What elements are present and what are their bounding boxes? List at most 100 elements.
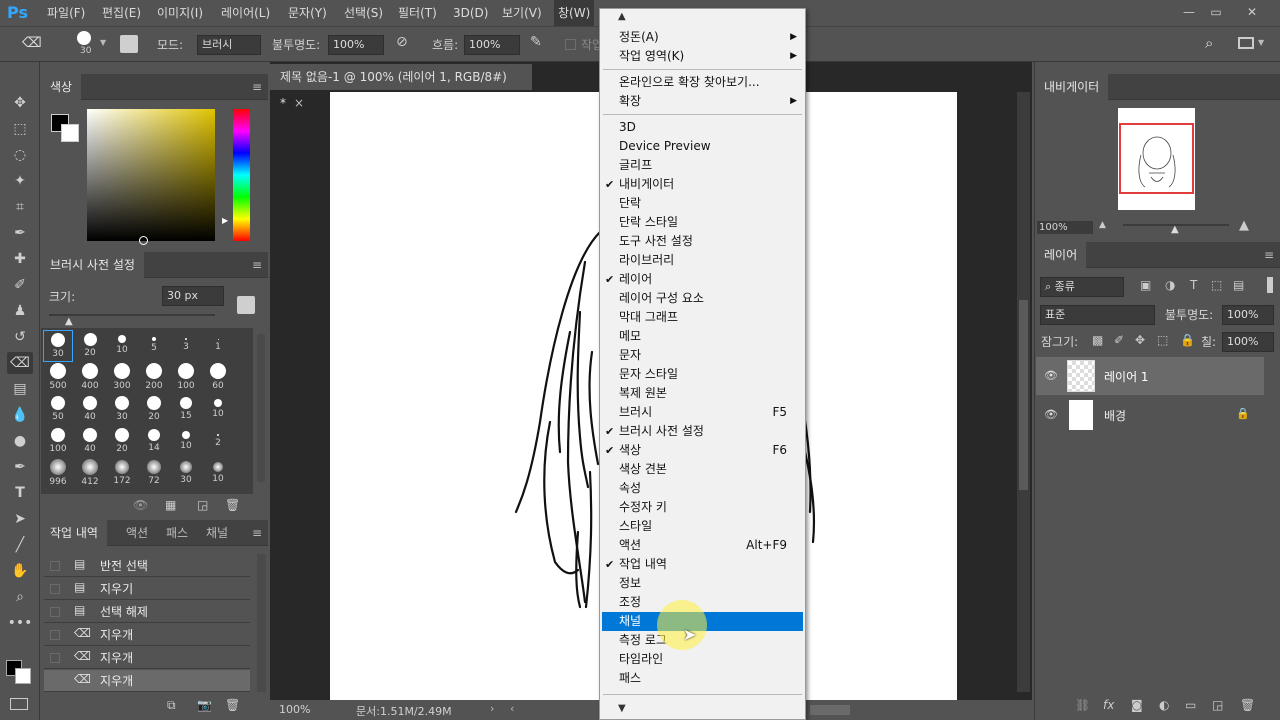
- history-item[interactable]: ▤ 지우기: [44, 578, 250, 600]
- filter-type-icon[interactable]: T: [1190, 278, 1197, 292]
- window-menu-item[interactable]: 복제 원본: [602, 384, 803, 403]
- zoom-in-icon[interactable]: ▲: [1239, 218, 1249, 233]
- mode-select[interactable]: 브러시: [197, 35, 261, 55]
- history-scrollbar[interactable]: [257, 554, 266, 692]
- close-icon[interactable]: ×: [294, 96, 304, 110]
- menu-edit[interactable]: 편집(E): [98, 0, 145, 26]
- lock-pixels-icon[interactable]: ✐: [1114, 333, 1124, 347]
- navigator-view-box[interactable]: [1119, 123, 1194, 194]
- window-menu-item[interactable]: 정보: [602, 574, 803, 593]
- tab-actions[interactable]: 액션: [117, 520, 157, 546]
- healing-brush-tool-icon[interactable]: ✚: [7, 248, 33, 270]
- navigator-thumbnail[interactable]: [1118, 108, 1195, 210]
- menu-type[interactable]: 문자(Y): [284, 0, 331, 26]
- window-menu-item[interactable]: 조정: [602, 593, 803, 612]
- brush-grid-icon[interactable]: ▦: [165, 498, 176, 512]
- filter-pixel-icon[interactable]: ▣: [1140, 278, 1151, 292]
- airbrush-icon[interactable]: ✎: [530, 34, 542, 50]
- brush-preset-item[interactable]: 30: [43, 330, 73, 362]
- panel-menu-icon[interactable]: ≡: [252, 526, 262, 540]
- document-tab[interactable]: 제목 없음-1 @ 100% (레이어 1, RGB/8#) * ×: [270, 64, 532, 110]
- panel-menu-icon[interactable]: ≡: [252, 80, 262, 94]
- restore-button[interactable]: ▭: [1205, 3, 1227, 21]
- history-source-checkbox[interactable]: [50, 607, 60, 617]
- new-document-from-state-icon[interactable]: ⧉: [167, 698, 176, 713]
- delete-icon[interactable]: 🗑: [1240, 698, 1255, 712]
- new-layer-icon[interactable]: ◲: [1212, 698, 1223, 712]
- tab-history[interactable]: 작업 내역: [41, 520, 107, 546]
- search-icon[interactable]: ⌕: [1205, 34, 1213, 52]
- magic-wand-tool-icon[interactable]: ✦: [7, 170, 33, 192]
- window-menu-item[interactable]: 라이브러리: [602, 251, 803, 270]
- navigator-zoom-input[interactable]: 100%: [1037, 221, 1093, 234]
- eyedropper-tool-icon[interactable]: ✒: [7, 222, 33, 244]
- window-menu-item[interactable]: 메모: [602, 327, 803, 346]
- history-item[interactable]: ⌫ 지우개: [44, 647, 250, 669]
- window-menu-item[interactable]: 스타일: [602, 517, 803, 536]
- brush-preset-item[interactable]: 412: [75, 458, 105, 490]
- dodge-tool-icon[interactable]: ●: [7, 430, 33, 452]
- window-menu-item[interactable]: Device Preview: [602, 137, 803, 156]
- panel-menu-icon[interactable]: ≡: [1264, 248, 1274, 262]
- vertical-scrollbar-thumb[interactable]: [1019, 300, 1028, 490]
- window-menu-item[interactable]: 브러시 F5: [602, 403, 803, 422]
- line-tool-icon[interactable]: ╱: [7, 534, 33, 556]
- flow-input[interactable]: 100%: [464, 35, 520, 55]
- history-source-checkbox[interactable]: [50, 630, 60, 640]
- brush-preset-item[interactable]: 10: [107, 330, 137, 362]
- brush-panel-toggle-icon[interactable]: [120, 35, 138, 53]
- menu-image[interactable]: 이미지(I): [153, 0, 207, 26]
- window-menu-item[interactable]: 온라인으로 확장 찾아보기...: [602, 73, 803, 92]
- type-tool-icon[interactable]: T: [7, 482, 33, 504]
- brush-preset-item[interactable]: 5: [139, 330, 169, 362]
- color-field[interactable]: [87, 109, 215, 241]
- layer-row[interactable]: 👁 배경 🔒: [1036, 396, 1264, 434]
- new-preset-icon[interactable]: ◲: [197, 498, 208, 512]
- add-mask-icon[interactable]: ◙: [1131, 698, 1143, 712]
- window-menu-item[interactable]: 작업 영역(K) ▶: [602, 47, 803, 66]
- new-group-icon[interactable]: ▭: [1185, 698, 1196, 712]
- lock-all-icon[interactable]: 🔒: [1180, 333, 1195, 347]
- brush-preset-item[interactable]: 10: [203, 394, 233, 426]
- chevron-down-icon[interactable]: ▼: [1258, 38, 1264, 47]
- pressure-opacity-icon[interactable]: ⊘: [396, 34, 408, 50]
- brush-preset-item[interactable]: 400: [75, 362, 105, 394]
- close-button[interactable]: ✕: [1241, 3, 1263, 21]
- window-menu-item[interactable]: 3D: [602, 118, 803, 137]
- window-menu-item[interactable]: 정돈(A) ▶: [602, 28, 803, 47]
- layer-style-icon[interactable]: fx: [1103, 698, 1114, 712]
- size-slider[interactable]: [49, 314, 215, 316]
- tab-paths[interactable]: 패스: [157, 520, 197, 546]
- lasso-tool-icon[interactable]: ◌: [7, 144, 33, 166]
- window-menu-item[interactable]: ✔ 레이어: [602, 270, 803, 289]
- minimize-button[interactable]: —: [1178, 3, 1200, 21]
- window-menu-item[interactable]: 속성: [602, 479, 803, 498]
- history-source-checkbox[interactable]: [50, 676, 60, 686]
- brush-preset-item[interactable]: 72: [139, 458, 169, 490]
- menu-file[interactable]: 파일(F): [43, 0, 89, 26]
- history-item[interactable]: ▤ 반전 선택: [44, 555, 250, 577]
- layer-row[interactable]: 👁 레이어 1: [1036, 357, 1264, 395]
- chevron-right-icon[interactable]: ›: [490, 702, 494, 715]
- brush-preset-item[interactable]: 15: [171, 394, 201, 426]
- brush-preset-item[interactable]: 60: [203, 362, 233, 394]
- tab-color[interactable]: 색상: [41, 74, 82, 100]
- window-menu-item[interactable]: ✔ 내비게이터: [602, 175, 803, 194]
- color-picker-marker[interactable]: [139, 236, 148, 245]
- filter-adjustment-icon[interactable]: ◑: [1165, 278, 1175, 292]
- hue-slider-handle[interactable]: ▶: [222, 216, 228, 225]
- size-slider-handle[interactable]: ▲: [65, 316, 73, 327]
- window-menu-item[interactable]: 수정자 키: [602, 498, 803, 517]
- link-layers-icon[interactable]: ⛓: [1075, 698, 1090, 712]
- history-item-current[interactable]: ⌫ 지우개: [44, 670, 250, 692]
- menu-filter[interactable]: 필터(T): [394, 0, 441, 26]
- brush-preset-item[interactable]: 10: [203, 458, 233, 490]
- zoom-out-icon[interactable]: ▲: [1099, 220, 1106, 230]
- window-menu-item[interactable]: 패스: [602, 669, 803, 688]
- brush-preview-icon[interactable]: [77, 31, 91, 45]
- filter-toggle[interactable]: [1267, 277, 1273, 293]
- window-menu-item[interactable]: 글리프: [602, 156, 803, 175]
- layer-name[interactable]: 레이어 1: [1104, 368, 1149, 385]
- history-item[interactable]: ▤ 선택 해제: [44, 601, 250, 623]
- window-menu-item[interactable]: ✔ 브러시 사전 설정: [602, 422, 803, 441]
